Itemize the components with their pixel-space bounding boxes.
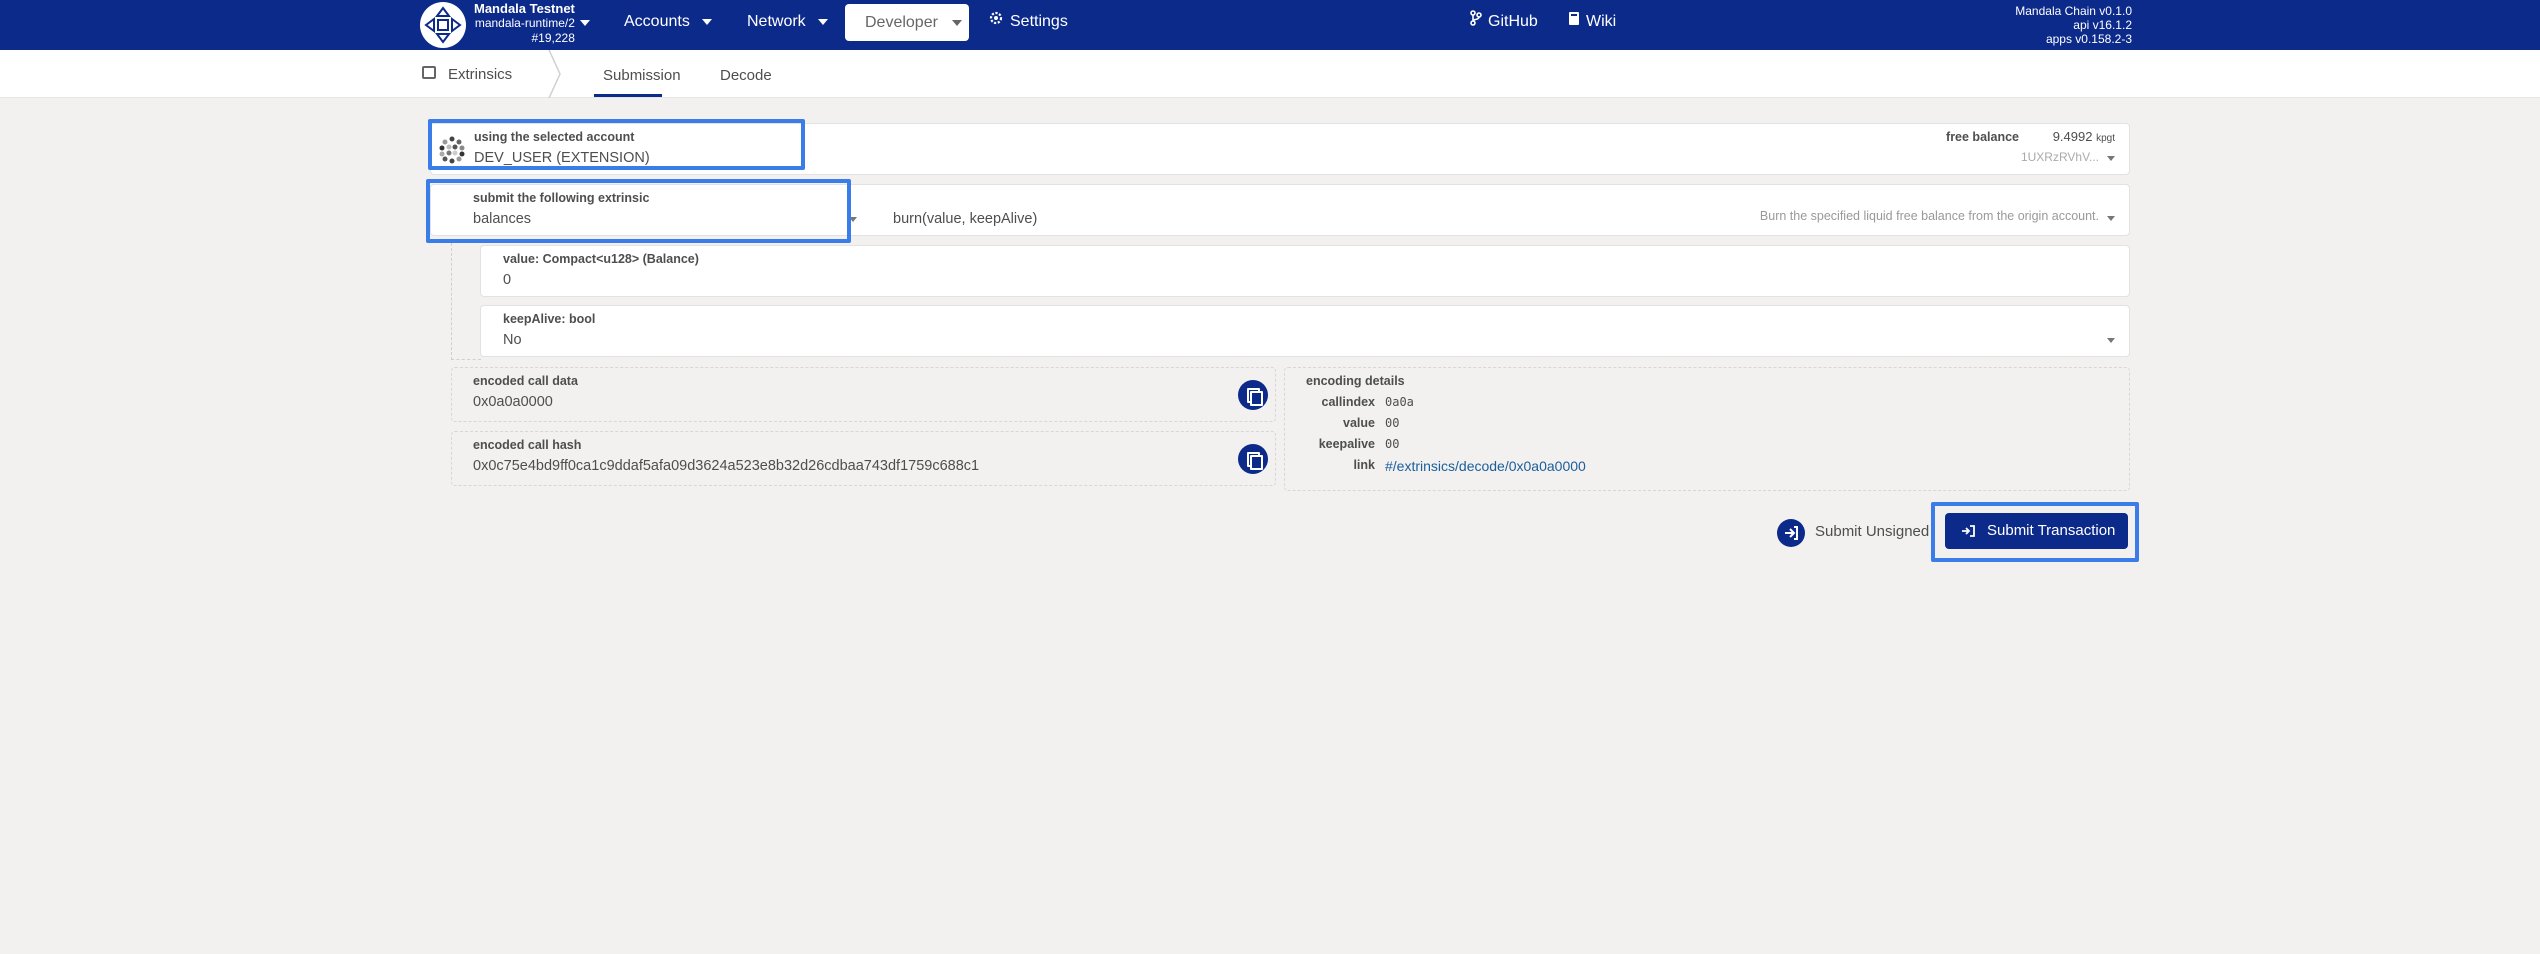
- encoded-call-hash-value: 0x0c75e4bd9ff0ca1c9ddaf5afa09d3624a523e8…: [473, 458, 980, 474]
- params-guide-line-bottom: [451, 359, 481, 360]
- highlight-account-selector: [428, 119, 805, 170]
- chain-name: Mandala Testnet: [474, 1, 575, 16]
- param-value-field[interactable]: value: Compact<u128> (Balance) 0: [480, 245, 2130, 297]
- nav-settings-label: Settings: [1010, 13, 1068, 31]
- chain-version: Mandala Chain v0.1.0: [2015, 4, 2132, 18]
- chevron-down-icon: [2107, 338, 2115, 343]
- param-keepalive-select[interactable]: No: [503, 332, 522, 348]
- nav-accounts-label: Accounts: [624, 13, 690, 30]
- best-block: #19,228: [531, 31, 575, 45]
- highlight-extrinsic-selector: [426, 179, 851, 243]
- free-balance: 9.4992 kpgt: [2053, 129, 2115, 144]
- version-info: Mandala Chain v0.1.0 api v16.1.2 apps v0…: [2015, 4, 2132, 46]
- runtime-version: mandala-runtime/2: [474, 16, 575, 30]
- chain-logo-icon[interactable]: [420, 2, 466, 48]
- encoded-call-data-value: 0x0a0a0000: [473, 394, 553, 410]
- encoding-key: callindex: [1321, 395, 1376, 409]
- tab-submission[interactable]: Submission: [603, 67, 681, 84]
- encoding-value: 00: [1385, 437, 1400, 451]
- apps-version: apps v0.158.2-3: [2045, 32, 2132, 46]
- top-navbar: Mandala Testnet mandala-runtime/2 #19,22…: [0, 0, 2540, 50]
- active-tab-indicator: [594, 94, 662, 97]
- param-value-input[interactable]: 0: [503, 272, 511, 288]
- encoded-call-hash-label: encoded call hash: [473, 438, 582, 452]
- decode-link[interactable]: #/extrinsics/decode/0x0a0a0000: [1385, 458, 1586, 474]
- nav-accounts[interactable]: Accounts: [624, 0, 712, 42]
- nav-network[interactable]: Network: [747, 0, 828, 42]
- sub-navbar: Extrinsics Submission Decode: [0, 50, 2540, 98]
- submit-unsigned-button[interactable]: Submit Unsigned: [1777, 517, 1929, 547]
- encoding-details-title: encoding details: [1306, 374, 1405, 388]
- encoded-call-hash: encoded call hash 0x0c75e4bd9ff0ca1c9dda…: [451, 431, 1276, 486]
- encoding-key: keepalive: [1318, 437, 1375, 451]
- free-balance-value: 9.4992: [2052, 129, 2093, 144]
- copy-icon[interactable]: [1238, 380, 1268, 410]
- inbox-icon: [422, 66, 436, 79]
- breadcrumb-separator-icon: [548, 50, 561, 98]
- param-keepalive-label: keepAlive: bool: [503, 312, 596, 326]
- section-title: Extrinsics: [448, 66, 513, 83]
- sign-in-icon: [1777, 519, 1805, 547]
- encoded-call-data: encoded call data 0x0a0a0000: [451, 367, 1276, 422]
- param-keepalive-field[interactable]: keepAlive: bool No: [480, 305, 2130, 357]
- encoding-value: 0a0a: [1385, 395, 1414, 409]
- encoding-value: 00: [1385, 416, 1400, 430]
- tab-decode[interactable]: Decode: [720, 67, 772, 84]
- submit-unsigned-label: Submit Unsigned: [1815, 523, 1930, 540]
- nav-network-label: Network: [747, 13, 806, 30]
- params-guide-line: [451, 243, 452, 360]
- free-balance-label: free balance: [1946, 130, 2019, 144]
- nav-wiki-label: Wiki: [1586, 13, 1617, 31]
- account-address: 1UXRzRVhV...: [2020, 150, 2099, 164]
- chevron-down-icon[interactable]: [2107, 216, 2115, 221]
- book-icon: [1568, 0, 1580, 44]
- encoding-key: link: [1353, 458, 1375, 472]
- highlight-submit-transaction: [1931, 502, 2139, 562]
- chevron-down-icon: [701, 18, 712, 25]
- nav-developer-label: Developer: [865, 14, 938, 31]
- chevron-down-icon[interactable]: [580, 20, 590, 26]
- extrinsic-method-value[interactable]: burn(value, keepAlive): [893, 211, 1037, 227]
- free-balance-unit: kpgt: [2096, 133, 2115, 144]
- gear-icon: [988, 0, 1004, 44]
- nav-settings[interactable]: Settings: [988, 0, 1068, 42]
- chevron-down-icon: [2107, 156, 2115, 161]
- nav-wiki[interactable]: Wiki: [1568, 0, 1616, 42]
- chevron-down-icon: [951, 19, 962, 26]
- param-value-label: value: Compact<u128> (Balance): [503, 252, 699, 266]
- code-branch-icon: [1470, 0, 1482, 44]
- copy-icon[interactable]: [1238, 444, 1268, 474]
- nav-github[interactable]: GitHub: [1470, 0, 1538, 42]
- chain-selector[interactable]: Mandala Testnet mandala-runtime/2 #19,22…: [474, 1, 575, 46]
- chevron-down-icon: [817, 18, 828, 25]
- encoding-key: value: [1343, 416, 1375, 430]
- encoding-details: encoding details callindex 0a0a value 00…: [1284, 367, 2130, 491]
- encoded-call-data-label: encoded call data: [473, 374, 578, 388]
- extrinsic-description: Burn the specified liquid free balance f…: [1759, 209, 2099, 223]
- api-version: api v16.1.2: [2073, 18, 2132, 32]
- nav-github-label: GitHub: [1488, 13, 1538, 31]
- nav-developer[interactable]: Developer: [845, 4, 969, 41]
